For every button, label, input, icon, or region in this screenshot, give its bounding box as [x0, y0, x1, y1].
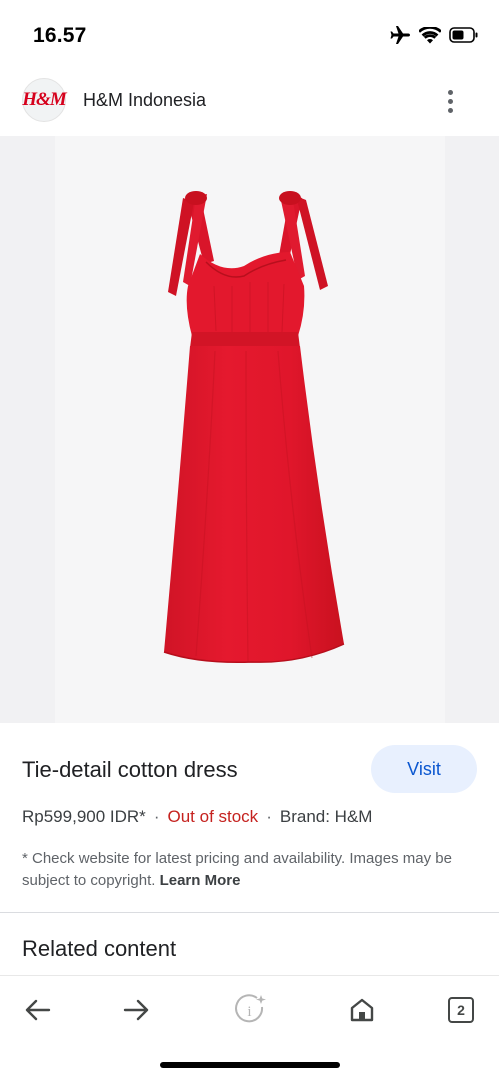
brand: Brand: H&M — [279, 807, 373, 826]
related-content-heading: Related content — [22, 936, 177, 961]
separator: · — [153, 807, 160, 826]
tabs-icon[interactable]: 2 — [441, 990, 481, 1030]
site-logo[interactable]: H&M — [22, 78, 67, 122]
tab-count: 2 — [448, 997, 474, 1023]
product-info-line: Rp599,900 IDR* · Out of stock · Brand: H&M — [22, 807, 372, 827]
learn-more-link[interactable]: Learn More — [160, 872, 241, 889]
status-bar: 16.57 — [0, 0, 499, 70]
status-time: 16.57 — [33, 24, 87, 47]
site-header: H&M H&M Indonesia — [0, 72, 499, 132]
separator: · — [266, 807, 272, 826]
more-vert-icon[interactable] — [437, 86, 463, 116]
status-icons — [389, 25, 479, 45]
home-icon[interactable] — [342, 990, 382, 1030]
logo-text: H&M — [22, 89, 66, 110]
forward-arrow-icon[interactable] — [116, 990, 156, 1030]
product-title: Tie-detail cotton dress — [22, 757, 238, 782]
disclaimer: * Check website for latest pricing and a… — [22, 848, 472, 892]
lens-info-icon[interactable]: i — [230, 990, 270, 1030]
home-indicator — [160, 1062, 340, 1068]
divider — [0, 912, 499, 913]
battery-icon — [449, 27, 479, 43]
stock-status: Out of stock — [167, 807, 259, 826]
wifi-icon — [419, 26, 441, 44]
visit-button[interactable]: Visit — [371, 745, 477, 793]
site-name[interactable]: H&M Indonesia — [83, 90, 206, 111]
svg-text:i: i — [247, 1004, 251, 1020]
product-image[interactable] — [0, 136, 499, 723]
price: Rp599,900 IDR* — [22, 807, 146, 826]
airplane-icon — [389, 25, 411, 45]
back-arrow-icon[interactable] — [18, 990, 58, 1030]
red-dress-image — [163, 191, 345, 664]
